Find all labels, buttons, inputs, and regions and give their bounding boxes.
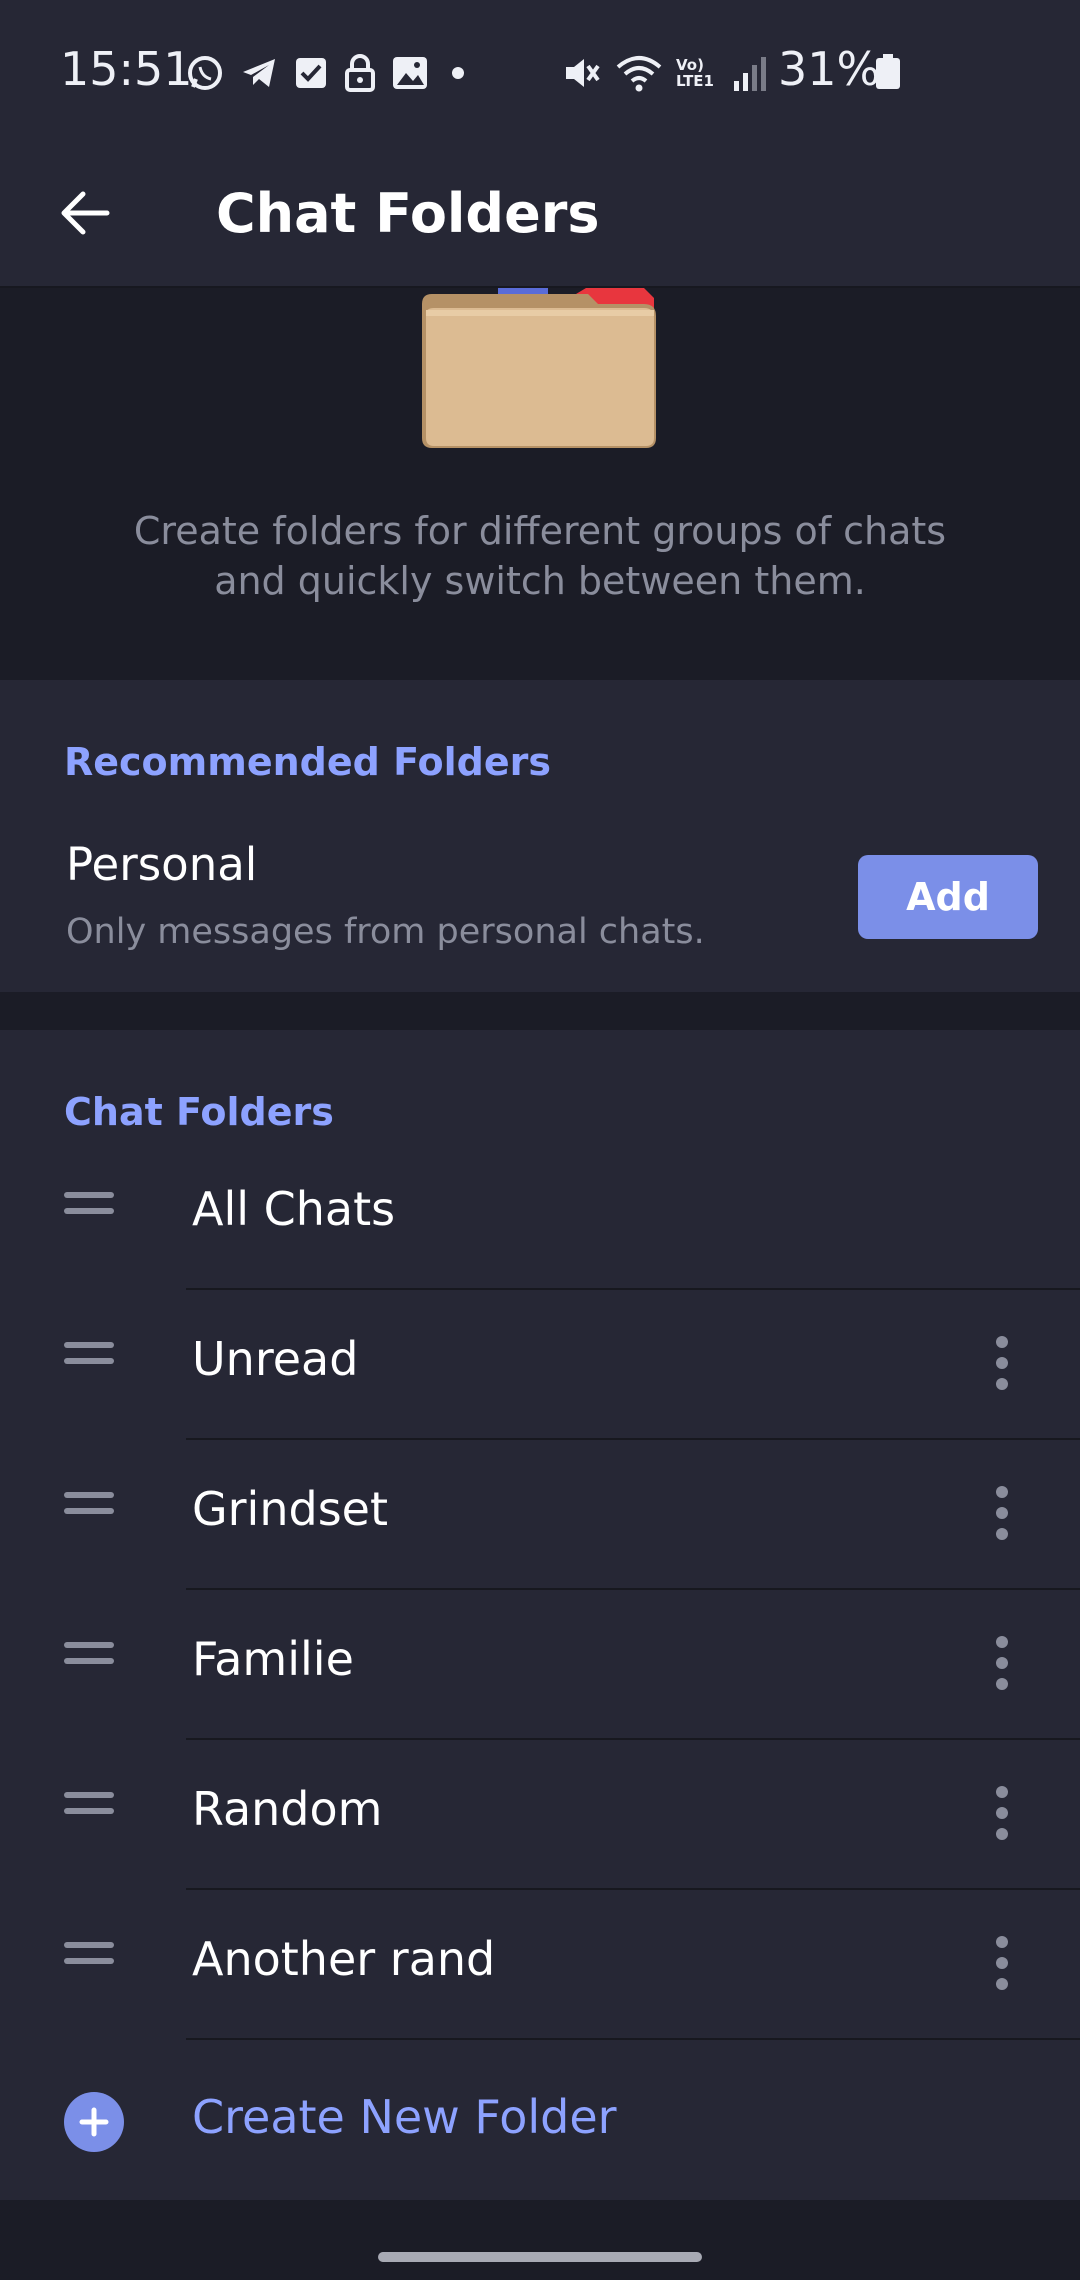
mute-icon: [566, 59, 600, 87]
recommended-section: Recommended Folders Personal Only messag…: [0, 680, 1080, 992]
folder-row-random[interactable]: Random: [0, 1740, 1080, 1890]
app-bar: Chat Folders: [0, 140, 1080, 288]
recommended-header: Recommended Folders: [64, 740, 551, 784]
folder-illustration: [422, 288, 656, 448]
add-folder-button[interactable]: Add: [858, 855, 1038, 939]
drag-handle-icon[interactable]: [64, 1792, 114, 1832]
drag-handle-icon[interactable]: [64, 1642, 114, 1682]
lock-icon: [345, 54, 375, 92]
create-new-folder-button[interactable]: Create New Folder: [0, 2050, 1080, 2190]
arrow-left-icon: [61, 191, 110, 235]
whatsapp-icon: [188, 56, 222, 90]
image-icon: [393, 57, 427, 89]
more-options-icon[interactable]: [982, 1628, 1022, 1698]
hero-description: Create folders for different groups of c…: [133, 509, 947, 603]
folder-name: Grindset: [192, 1482, 388, 1536]
folder-name: Random: [192, 1782, 383, 1836]
folder-row-all-chats[interactable]: All Chats: [0, 1140, 1080, 1290]
folder-name: All Chats: [192, 1182, 396, 1236]
dot-icon: [452, 67, 464, 79]
folder-name: Familie: [192, 1632, 354, 1686]
folder-row-grindset[interactable]: Grindset: [0, 1440, 1080, 1590]
signal-icon: [734, 57, 766, 91]
battery-icon: [876, 54, 900, 89]
folder-name: Another rand: [192, 1932, 496, 1986]
plus-icon: [64, 2092, 124, 2152]
divider: [186, 2038, 1080, 2040]
checkbox-icon: [296, 58, 326, 88]
chat-folders-section: Chat Folders All Chats Unread Grindset F…: [0, 1030, 1080, 2200]
folder-row-familie[interactable]: Familie: [0, 1590, 1080, 1740]
recommended-item-subtitle: Only messages from personal chats.: [66, 912, 705, 952]
notification-icons: [185, 50, 473, 96]
recommended-item-title: Personal: [66, 838, 258, 891]
status-bar: 15:51 Vo) LTE1 31%: [0, 0, 1080, 140]
status-time: 15:51: [60, 42, 193, 96]
more-options-icon[interactable]: [982, 1778, 1022, 1848]
wifi-icon: [616, 56, 662, 92]
folders-hero: Create folders for different groups of c…: [0, 288, 1080, 680]
chat-folders-header: Chat Folders: [64, 1090, 334, 1134]
battery-percentage: 31%: [778, 42, 881, 96]
back-button[interactable]: [52, 180, 118, 246]
drag-handle-icon[interactable]: [64, 1192, 114, 1232]
telegram-icon: [243, 59, 275, 87]
system-icons: Vo) LTE1: [560, 50, 768, 96]
more-options-icon[interactable]: [982, 1478, 1022, 1548]
drag-handle-icon[interactable]: [64, 1342, 114, 1382]
folder-name: Unread: [192, 1332, 359, 1386]
folder-row-another-rand[interactable]: Another rand: [0, 1890, 1080, 2040]
drag-handle-icon[interactable]: [64, 1492, 114, 1532]
page-title: Chat Folders: [216, 182, 600, 245]
home-indicator[interactable]: [378, 2252, 702, 2262]
more-options-icon[interactable]: [982, 1928, 1022, 1998]
volte-icon: Vo) LTE1: [676, 56, 714, 90]
create-new-folder-label: Create New Folder: [192, 2090, 617, 2144]
more-options-icon[interactable]: [982, 1328, 1022, 1398]
folder-row-unread[interactable]: Unread: [0, 1290, 1080, 1440]
drag-handle-icon[interactable]: [64, 1942, 114, 1982]
